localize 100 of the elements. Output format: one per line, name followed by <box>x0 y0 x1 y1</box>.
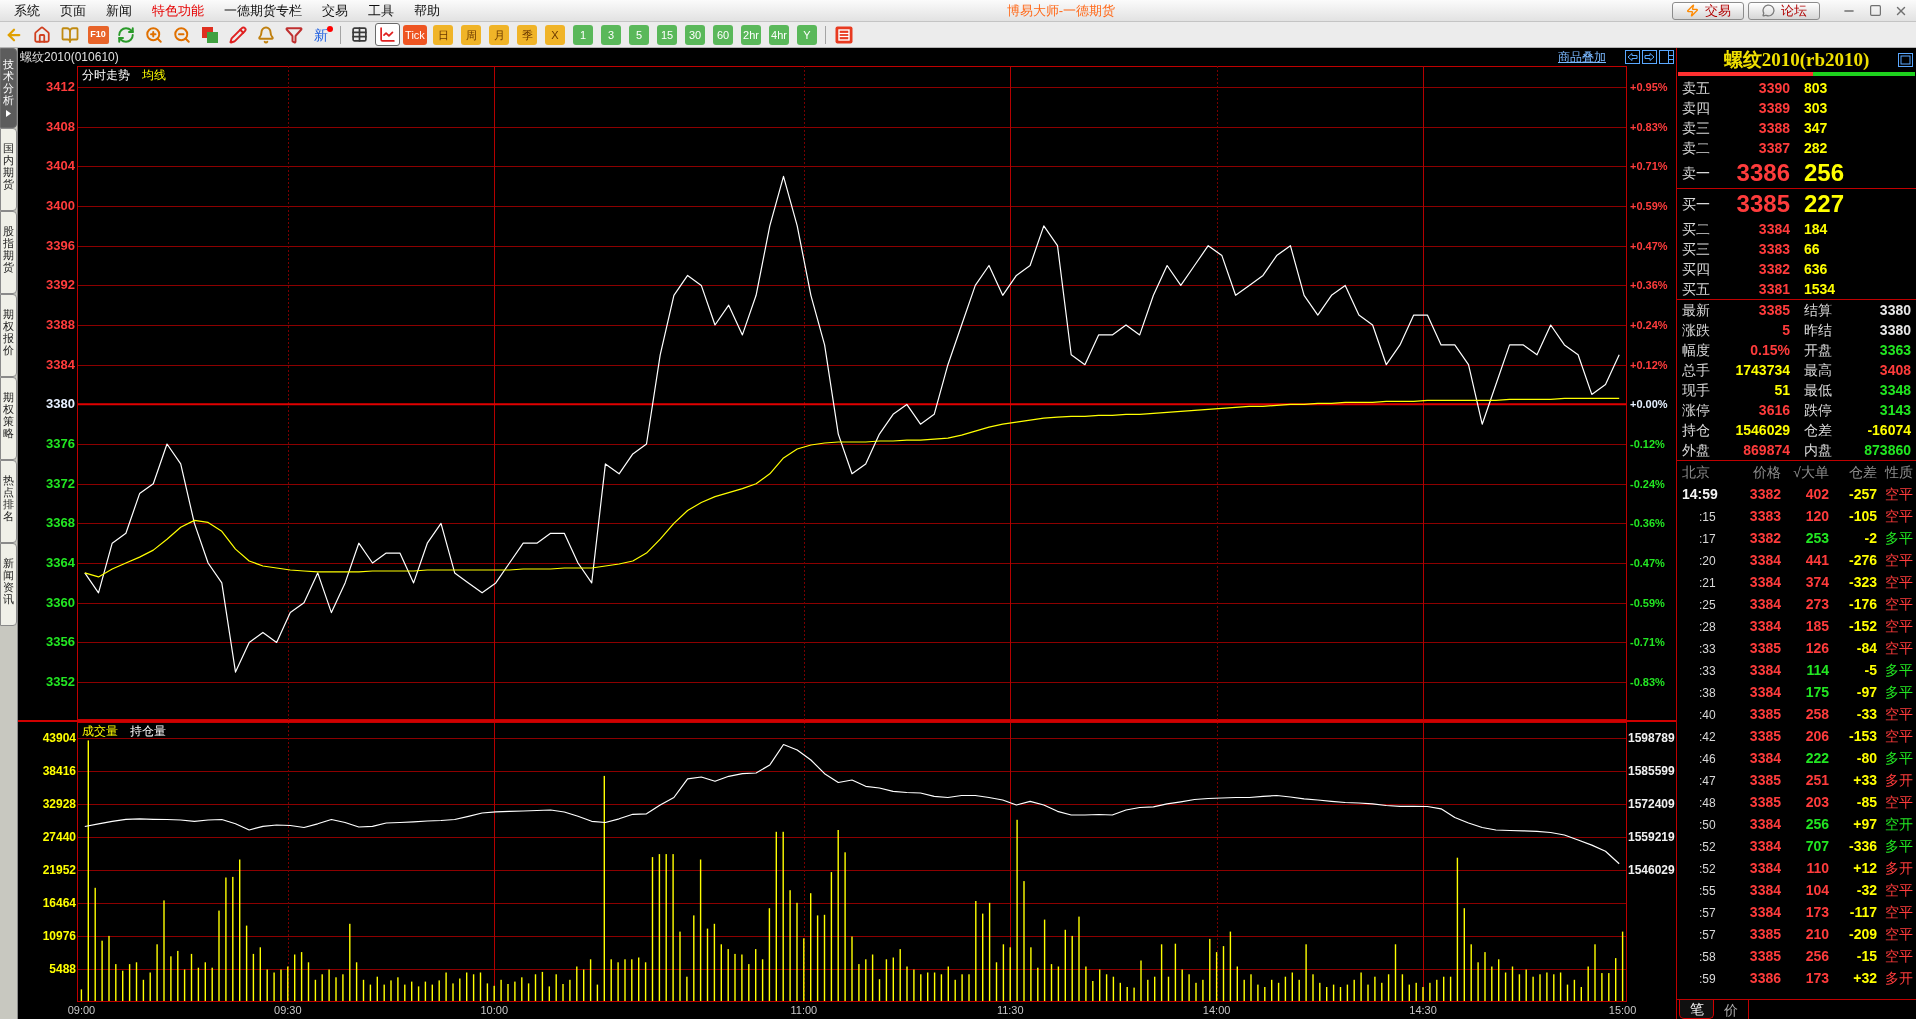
percent-axis-label: -0.59% <box>1630 595 1665 610</box>
tick-volume: 173 <box>1805 969 1829 987</box>
price-axis-label: 3376 <box>46 436 75 451</box>
side-tab[interactable]: 国内期货 <box>0 128 17 211</box>
period-button[interactable]: 日 <box>433 24 453 45</box>
volume-bar <box>596 984 599 1001</box>
side-tab[interactable]: 期权策略 <box>0 377 17 460</box>
order-price: 3381 <box>1758 280 1790 298</box>
tick-oi-change: +32 <box>1853 969 1877 987</box>
line-chart-icon <box>378 26 396 43</box>
period-button[interactable]: 季 <box>517 24 537 45</box>
window-icon[interactable] <box>1898 53 1913 67</box>
price-axis-label: 3384 <box>46 356 75 372</box>
funnel-icon[interactable] <box>285 25 303 44</box>
stat-label: 内盘 <box>1804 442 1832 458</box>
period-button[interactable]: 周 <box>461 24 481 45</box>
order-label: 卖三 <box>1682 120 1710 136</box>
volume-bar <box>479 972 482 1001</box>
side-tab[interactable]: 股指期货 <box>0 211 17 294</box>
order-volume: 636 <box>1804 261 1828 277</box>
news-button[interactable]: 新 <box>313 25 331 44</box>
menu-item[interactable]: 页面 <box>50 0 96 21</box>
side-tab[interactable]: 技术分析 <box>0 48 17 128</box>
time-axis-label: 10:00 <box>480 1003 508 1017</box>
overlapping-squares-icon[interactable] <box>201 25 219 44</box>
volume-bar <box>527 983 530 1001</box>
tick-price: 3384 <box>1749 837 1781 855</box>
menu-item[interactable]: 系统 <box>4 0 50 21</box>
volume-bar <box>1284 976 1287 1001</box>
right-arrow-box-icon[interactable] <box>1642 50 1657 64</box>
pencil-icon[interactable] <box>229 25 247 44</box>
f10-button[interactable]: F10 <box>87 25 109 44</box>
list-tab[interactable]: 价 <box>1714 1000 1749 1019</box>
volume-bar <box>1002 944 1005 1001</box>
order-volume: 282 <box>1804 140 1828 156</box>
menu-item[interactable]: 特色功能 <box>142 0 214 21</box>
order-volume: 1534 <box>1804 281 1836 297</box>
tick-time: :33 <box>1699 642 1716 656</box>
home-icon[interactable] <box>33 25 51 44</box>
price-axis-label: 3356 <box>46 634 75 650</box>
side-tab[interactable]: 热点排名 <box>0 460 17 543</box>
menu-item[interactable]: 新闻 <box>96 0 142 21</box>
menu-item[interactable]: 一德期货专栏 <box>214 0 312 21</box>
order-volume: 227 <box>1804 189 1845 217</box>
forum-button[interactable]: 论坛 <box>1748 1 1820 20</box>
period-button[interactable]: 月 <box>489 24 509 45</box>
overlay-link[interactable]: 商品叠加 <box>1558 48 1606 66</box>
stat-value: 1546029 <box>1735 421 1790 439</box>
zoom-out-icon[interactable] <box>173 25 191 44</box>
tick-time: :47 <box>1699 774 1716 788</box>
percent-axis-label: +0.24% <box>1630 318 1668 332</box>
volume-bar <box>80 989 83 1001</box>
order-label: 卖一 <box>1682 165 1710 181</box>
tick-nature: 空平 <box>1885 926 1913 942</box>
tick-price: 3383 <box>1749 507 1781 525</box>
caret-icon <box>6 110 11 118</box>
tick-time: :55 <box>1699 884 1716 898</box>
tick-price: 3384 <box>1749 661 1781 679</box>
zoom-in-icon[interactable] <box>145 25 163 44</box>
chart-view-button[interactable] <box>374 23 400 46</box>
tick-price: 3385 <box>1749 947 1781 965</box>
percent-axis-label: +0.12% <box>1630 357 1668 372</box>
tick-time: :52 <box>1699 862 1716 876</box>
tick-time: :59 <box>1699 972 1716 986</box>
tick-oi-change: -32 <box>1856 881 1877 899</box>
period-button[interactable]: X <box>545 24 565 45</box>
tick-nature: 空平 <box>1885 574 1913 590</box>
tick-oi-change: -276 <box>1848 551 1877 569</box>
bell-icon[interactable] <box>257 25 275 44</box>
volume-bar <box>252 953 255 1001</box>
volume-bar <box>1387 974 1390 1001</box>
tick-volume: 104 <box>1805 881 1829 899</box>
volume-axis-label: 21952 <box>42 863 76 877</box>
split-panel-icon[interactable] <box>1659 50 1674 64</box>
price-axis-label: 3368 <box>46 515 75 531</box>
refresh-icon[interactable] <box>117 25 135 44</box>
side-tab[interactable]: 新闻资讯 <box>0 543 17 626</box>
column-header: √大单 <box>1793 463 1829 481</box>
maximize-icon[interactable] <box>1868 4 1882 17</box>
tick-nature: 空平 <box>1885 948 1913 964</box>
volume-bar <box>878 979 881 1001</box>
tick-oi-change: -2 <box>1864 529 1877 547</box>
stat-value: 5 <box>1782 321 1790 339</box>
list-tab[interactable]: 笔 <box>1679 1000 1714 1019</box>
menu-item[interactable]: 帮助 <box>404 0 450 21</box>
tick-price: 3384 <box>1749 683 1781 701</box>
stat-label: 涨停 <box>1682 402 1710 418</box>
side-tab[interactable]: 期权报价 <box>0 294 17 377</box>
trade-button[interactable]: 交易 <box>1672 1 1744 20</box>
tick-nature: 空平 <box>1885 640 1913 656</box>
volume-bar <box>1511 966 1514 1001</box>
tick-nature: 多开 <box>1885 772 1913 788</box>
menu-item[interactable]: 交易 <box>312 0 358 21</box>
left-arrow-box-icon[interactable] <box>1625 50 1640 64</box>
panel-icon[interactable] <box>835 25 853 44</box>
menu-item[interactable]: 工具 <box>358 0 404 21</box>
volume-bar <box>940 974 943 1001</box>
volume-bar <box>1277 982 1280 1001</box>
period-button[interactable]: Tick <box>403 24 427 45</box>
book-icon[interactable] <box>61 25 79 44</box>
